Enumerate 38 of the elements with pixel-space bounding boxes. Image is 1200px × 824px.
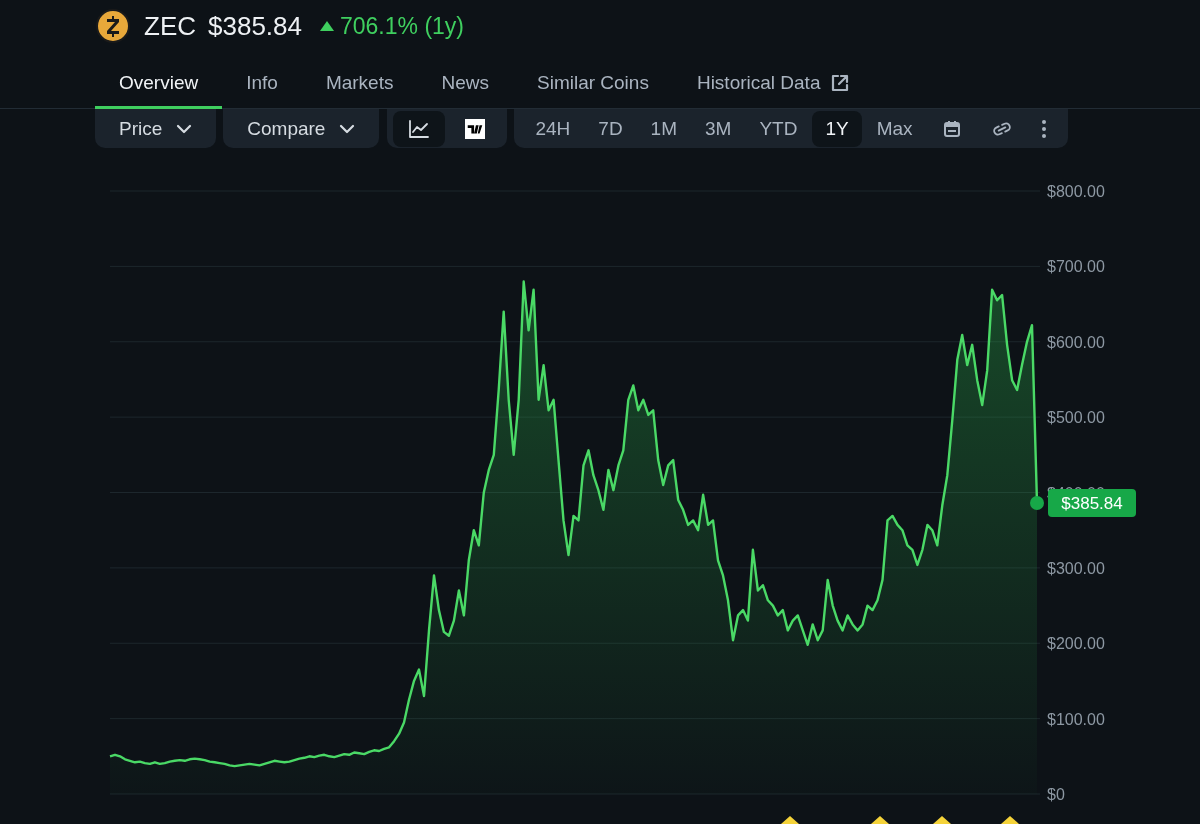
range-button[interactable]: 7D — [585, 110, 636, 147]
external-link-icon — [830, 73, 851, 93]
range-button[interactable]: 1M — [637, 110, 690, 147]
event-marker-icon — [781, 816, 799, 824]
event-marker-icon — [933, 816, 951, 824]
axis-label: $0 — [1047, 786, 1065, 803]
axis-label: $300.00 — [1047, 559, 1105, 577]
current-price-dot — [1030, 496, 1044, 511]
event-marker-icon — [1001, 816, 1019, 824]
price-change: 706.1% (1y) — [340, 12, 464, 40]
dropdown-button[interactable]: Compare — [223, 109, 380, 148]
range-button[interactable]: 24H — [522, 110, 584, 147]
chevron-down-icon — [339, 123, 356, 134]
chevron-down-icon — [176, 123, 193, 134]
event-marker-icon — [871, 816, 889, 824]
range-button[interactable]: YTD — [746, 110, 811, 147]
range-button[interactable]: 1Y — [812, 110, 862, 147]
axis-label: $200.00 — [1047, 635, 1105, 653]
coin-price: $385.84 — [208, 10, 302, 42]
tab[interactable]: Similar Coins — [513, 52, 673, 109]
tab[interactable]: News — [417, 52, 513, 109]
axis-label: $700.00 — [1047, 258, 1105, 276]
axis-label: $100.00 — [1047, 710, 1105, 728]
tab[interactable]: Info — [222, 52, 302, 109]
range-button[interactable]: 3M — [692, 110, 745, 147]
dropdown-button[interactable]: Price — [95, 109, 217, 148]
axis-label: $500.00 — [1047, 409, 1105, 427]
chart-type-button[interactable] — [393, 110, 446, 147]
tab[interactable]: Historical Data — [672, 52, 875, 109]
logo-icon — [464, 118, 487, 139]
coin-logo-icon — [96, 9, 130, 43]
axis-label: $800.00 — [1047, 183, 1105, 200]
line-chart-icon — [408, 118, 431, 139]
axis-label: $600.00 — [1047, 333, 1105, 351]
more-icon — [1040, 118, 1047, 139]
range-button[interactable]: Max — [863, 110, 926, 147]
tab[interactable]: Markets — [301, 52, 418, 109]
coin-symbol: ZEC — [144, 10, 196, 42]
